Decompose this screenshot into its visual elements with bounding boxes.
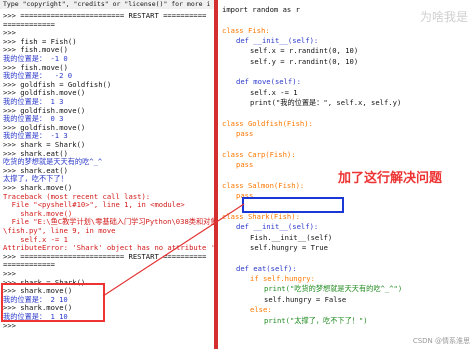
code-line: class Goldfish(Fish): (222, 118, 313, 128)
watermark: CSDN @情系淮思 (412, 337, 470, 345)
code-line: self.hungry = True (250, 243, 328, 253)
code-line: Fish.__init__(self) (250, 232, 333, 242)
code-line: pass (236, 160, 254, 170)
shell-highlight-box (1, 283, 105, 322)
code-line: self.hungry = False (264, 294, 347, 304)
code-line: def eat(self): (236, 263, 297, 273)
code-line: else: (250, 305, 272, 315)
annotation-text: 加了这行解决问题 (338, 171, 443, 186)
code-line: def __init__(self): (236, 222, 319, 232)
code-line: self.y = r.randint(0, 10) (250, 56, 359, 66)
code-line: self.x -= 1 (250, 87, 298, 97)
code-line: def move(self): (236, 77, 301, 87)
code-line: print("我的位置是：", self.x, self.y) (250, 98, 402, 108)
code-line: def __init__(self): (236, 36, 319, 46)
code-line: print("太撑了，吃不下了！") (264, 315, 368, 325)
code-line: class Salmon(Fish): (222, 180, 305, 190)
code-line: class Fish: (222, 25, 270, 35)
code-line: print("吃货的梦想就是天天有的吃^_^") (264, 284, 403, 294)
editor-highlight-box (242, 197, 344, 213)
code-line: if self.hungry: (250, 274, 315, 284)
top-watermark: 为啥我是 (419, 10, 468, 24)
code-line: import random as r (222, 5, 300, 14)
code-line: class Carp(Fish): (222, 149, 296, 159)
code-line: self.x = r.randint(0, 10) (250, 46, 359, 56)
code-line: pass (236, 129, 254, 139)
shell-header: Type "copyright", "credits" or "license(… (0, 0, 214, 9)
